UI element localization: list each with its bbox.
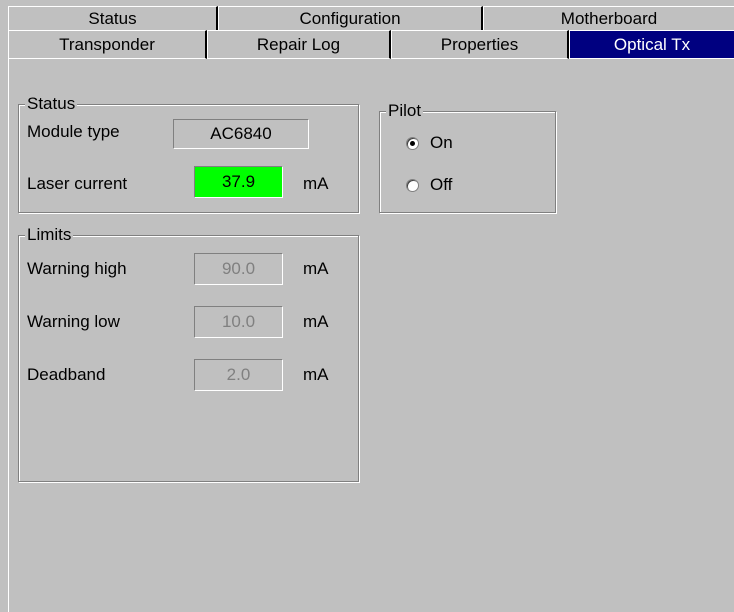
module-type-field: AC6840 (173, 119, 309, 149)
tab-configuration[interactable]: Configuration (218, 6, 483, 30)
laser-current-label: Laser current (27, 174, 128, 193)
deadband-unit: mA (303, 365, 329, 384)
warning-high-unit: mA (303, 259, 329, 278)
tab-optical-tx[interactable]: Optical Tx (569, 30, 734, 59)
pilot-on-radio[interactable] (406, 137, 419, 150)
pilot-group-legend: Pilot (386, 101, 424, 121)
status-group: Status Module type AC6840 Laser current … (18, 94, 359, 213)
tab-status[interactable]: Status (8, 6, 218, 30)
tab-transponder[interactable]: Transponder (8, 30, 207, 59)
warning-low-field[interactable]: 10.0 (194, 306, 283, 338)
pilot-off-label[interactable]: Off (430, 175, 452, 195)
warning-low-unit: mA (303, 312, 329, 331)
pilot-on-label[interactable]: On (430, 133, 453, 153)
pilot-off-radio[interactable] (406, 179, 419, 192)
pilot-group: Pilot On Off (379, 101, 556, 213)
warning-high-field[interactable]: 90.0 (194, 253, 283, 285)
laser-current-field: 37.9 (194, 166, 283, 198)
status-group-legend: Status (25, 94, 78, 114)
tab-repair-log[interactable]: Repair Log (207, 30, 391, 59)
tab-panel-optical-tx: Status Module type AC6840 Laser current … (8, 59, 734, 612)
warning-high-label: Warning high (27, 259, 127, 278)
tab-motherboard[interactable]: Motherboard (483, 6, 734, 30)
deadband-field[interactable]: 2.0 (194, 359, 283, 391)
laser-current-unit: mA (303, 174, 329, 193)
tab-row-top: Status Configuration Motherboard (8, 6, 734, 30)
tab-row-bottom: Transponder Repair Log Properties Optica… (8, 30, 734, 59)
limits-group-legend: Limits (25, 225, 74, 245)
deadband-label: Deadband (27, 365, 106, 384)
radio-selected-dot (410, 141, 415, 146)
tab-properties[interactable]: Properties (391, 30, 569, 59)
limits-group: Limits Warning high 90.0 mA Warning low … (18, 225, 359, 482)
warning-low-label: Warning low (27, 312, 120, 331)
module-type-label: Module type (27, 122, 120, 141)
